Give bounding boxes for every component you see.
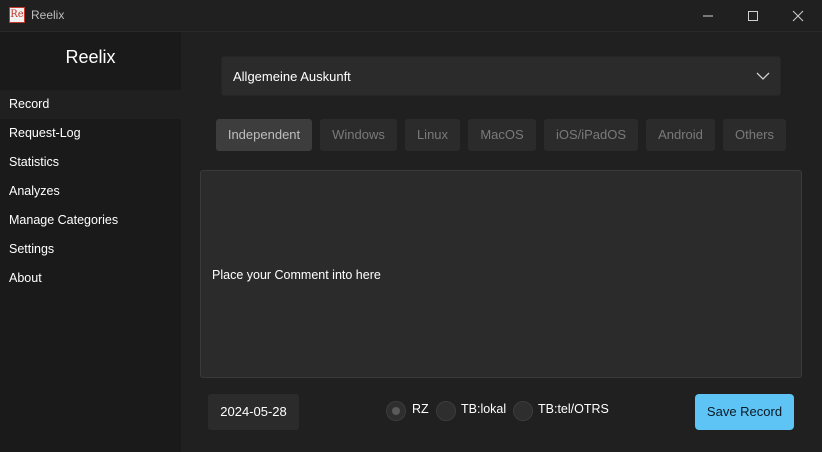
tab-others[interactable]: Others bbox=[723, 119, 786, 151]
category-dropdown-value: Allgemeine Auskunft bbox=[233, 69, 351, 84]
close-button[interactable] bbox=[776, 0, 820, 31]
maximize-button[interactable] bbox=[731, 0, 775, 31]
sidebar-item-record[interactable]: Record bbox=[0, 90, 181, 119]
app-logo-icon: Re bbox=[9, 7, 25, 23]
category-dropdown[interactable]: Allgemeine Auskunft bbox=[221, 56, 781, 96]
minimize-icon bbox=[703, 15, 713, 17]
window-title: Reelix bbox=[31, 8, 65, 22]
chevron-down-icon bbox=[756, 72, 770, 80]
sidebar-item-manage-categories[interactable]: Manage Categories bbox=[0, 206, 181, 235]
app-window: Re Reelix Reelix Record Request-Log Stat… bbox=[0, 0, 822, 452]
tab-linux[interactable]: Linux bbox=[405, 119, 460, 151]
radio-tb-lokal[interactable] bbox=[436, 401, 456, 421]
radio-tb-tel-otrs-label: TB:tel/OTRS bbox=[538, 402, 609, 416]
sidebar: Reelix Record Request-Log Statistics Ana… bbox=[0, 32, 181, 452]
sidebar-item-settings[interactable]: Settings bbox=[0, 235, 181, 264]
sidebar-item-about[interactable]: About bbox=[0, 264, 181, 293]
comment-textarea[interactable]: Place your Comment into here bbox=[200, 170, 802, 378]
tab-independent[interactable]: Independent bbox=[216, 119, 312, 151]
tab-ios-ipados[interactable]: iOS/iPadOS bbox=[544, 119, 638, 151]
tab-android[interactable]: Android bbox=[646, 119, 715, 151]
sidebar-item-analyzes[interactable]: Analyzes bbox=[0, 177, 181, 206]
comment-placeholder: Place your Comment into here bbox=[212, 268, 381, 282]
tab-windows[interactable]: Windows bbox=[320, 119, 397, 151]
sidebar-title: Reelix bbox=[65, 47, 116, 67]
radio-rz[interactable] bbox=[386, 401, 406, 421]
title-bar[interactable]: Re Reelix bbox=[0, 0, 822, 32]
minimize-button[interactable] bbox=[686, 0, 730, 31]
save-record-button[interactable]: Save Record bbox=[695, 394, 794, 430]
close-icon bbox=[792, 10, 804, 22]
tab-macos[interactable]: MacOS bbox=[468, 119, 536, 151]
sidebar-item-statistics[interactable]: Statistics bbox=[0, 148, 181, 177]
date-picker[interactable]: 2024-05-28 bbox=[208, 394, 299, 430]
radio-tb-lokal-label: TB:lokal bbox=[461, 402, 507, 416]
sidebar-item-request-log[interactable]: Request-Log bbox=[0, 119, 181, 148]
maximize-icon bbox=[748, 11, 758, 21]
radio-tb-tel-otrs[interactable] bbox=[513, 401, 533, 421]
radio-rz-label: RZ bbox=[412, 402, 429, 416]
